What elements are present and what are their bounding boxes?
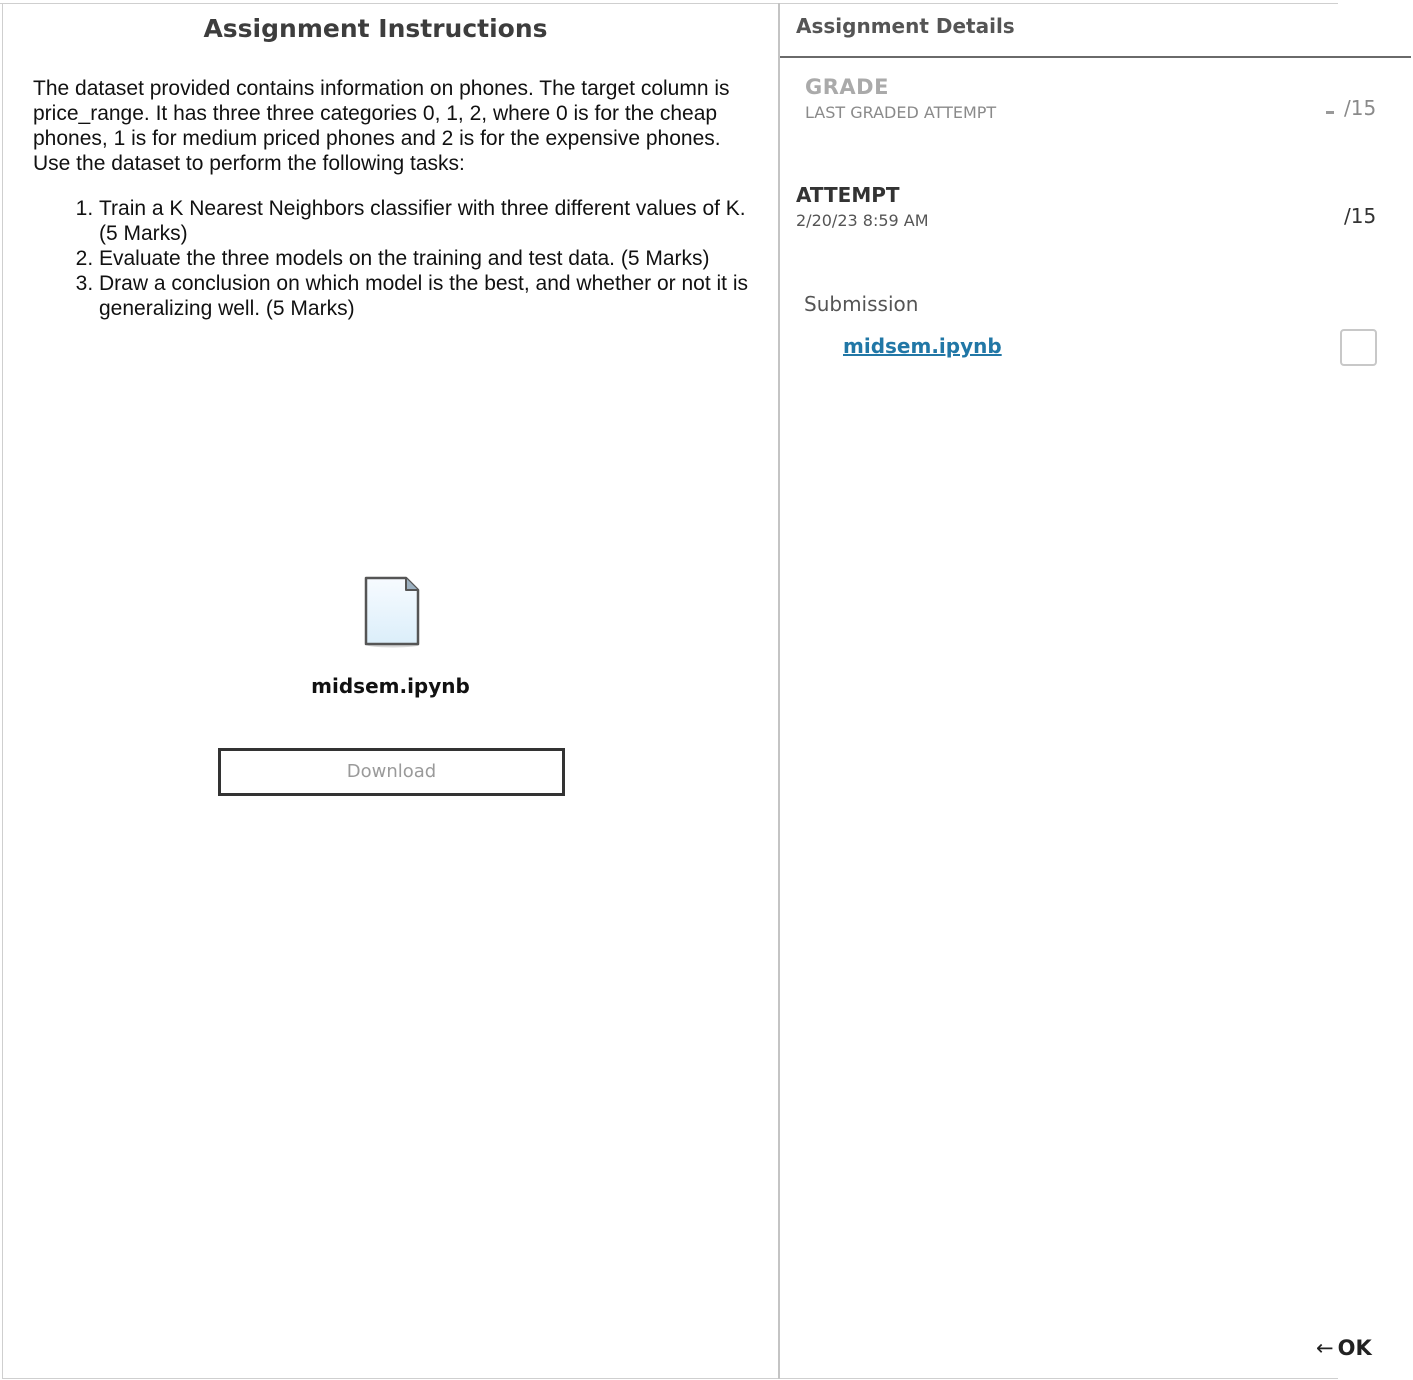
instructions-title: Assignment Instructions: [203, 14, 548, 43]
panel-divider: [778, 3, 780, 1379]
attempt-date: 2/20/23 8:59 AM: [796, 211, 929, 230]
submission-checkbox[interactable]: [1340, 329, 1377, 366]
file-icon: [364, 576, 420, 648]
attempt-label: ATTEMPT: [796, 183, 900, 207]
submission-label: Submission: [804, 292, 919, 316]
attachment-file-name: midsem.ipynb: [311, 674, 470, 698]
grade-label: GRADE: [805, 75, 889, 99]
ok-button-label: OK: [1337, 1336, 1372, 1360]
submission-file-link[interactable]: midsem.ipynb: [843, 334, 1002, 358]
details-header-divider: [780, 56, 1411, 58]
grade-sublabel: LAST GRADED ATTEMPT: [805, 103, 997, 122]
grade-empty-dash: [1326, 111, 1334, 114]
grade-score: /15: [1344, 96, 1377, 120]
instructions-panel: Assignment Instructions The dataset prov…: [3, 4, 778, 1378]
task-item: Evaluate the three models on the trainin…: [99, 246, 753, 271]
download-button[interactable]: Download: [218, 748, 565, 796]
ok-button[interactable]: ← OK: [1316, 1336, 1372, 1360]
details-title: Assignment Details: [796, 14, 1015, 38]
back-arrow-icon: ←: [1316, 1336, 1334, 1360]
task-list: Train a K Nearest Neighbors classifier w…: [33, 196, 753, 321]
instructions-description: The dataset provided contains informatio…: [33, 77, 730, 175]
task-item: Train a K Nearest Neighbors classifier w…: [99, 196, 753, 246]
attempt-score: /15: [1344, 204, 1377, 228]
instructions-body: The dataset provided contains informatio…: [33, 76, 753, 321]
frame-bottom-border: [2, 1378, 1338, 1379]
task-item: Draw a conclusion on which model is the …: [99, 271, 753, 321]
